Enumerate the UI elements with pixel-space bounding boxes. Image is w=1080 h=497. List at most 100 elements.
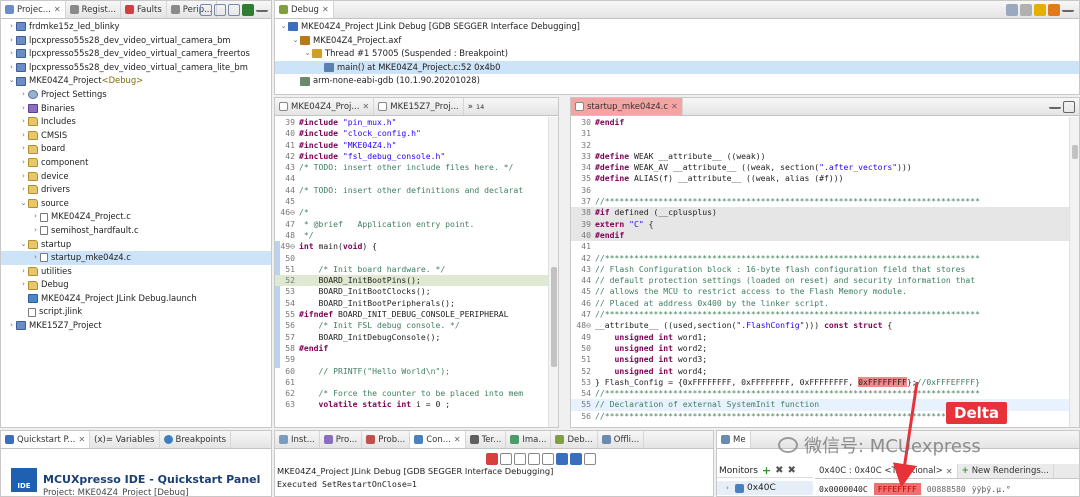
code-line[interactable]: 53} Flash_Config = {0xFFFFFFFF, 0xFFFFFF… — [571, 376, 1079, 388]
display-console-icon[interactable] — [570, 453, 582, 465]
code-line[interactable]: 60 // PRINTF("Hello World\n"); — [275, 366, 558, 377]
code-line[interactable]: 34 #define WEAK_AV __attribute__ ((weak, … — [571, 162, 1079, 173]
remove-all-icon[interactable] — [1020, 4, 1032, 16]
code-line[interactable]: 39 extern "C" { — [571, 218, 1079, 230]
code-line[interactable]: 30 #endif — [571, 117, 1079, 128]
expand-arrow-icon[interactable]: › — [19, 102, 28, 116]
scrollbar-right[interactable] — [1069, 117, 1079, 427]
code-line[interactable]: 45 — [275, 196, 558, 207]
expand-arrow-icon[interactable]: ⌄ — [7, 74, 16, 88]
console-output[interactable]: Executed SetRestartOnClose=1 — [277, 479, 417, 489]
debug-tree-item[interactable]: ⌄ MKE04Z4_Project JLink Debug [GDB SEGGER… — [275, 20, 1079, 34]
code-line[interactable]: 39 #include "pin_mux.h" — [275, 117, 558, 128]
code-line[interactable]: 46⊖ /* — [275, 207, 558, 218]
code-line[interactable]: 53 BOARD_InitBootClocks(); — [275, 286, 558, 297]
tree-item[interactable]: › frdmke15z_led_blinky — [1, 20, 271, 34]
tree-item[interactable]: ⌄ startup — [1, 238, 271, 252]
code-line[interactable]: 47 * @brief Application entry point. — [275, 219, 558, 230]
expand-arrow-icon[interactable]: ⌄ — [279, 20, 288, 34]
code-line[interactable]: 40 #include "clock_config.h" — [275, 128, 558, 139]
tree-item[interactable]: › lpcxpresso55s28_dev_video_virtual_camer… — [1, 34, 271, 48]
code-line[interactable]: 37 //************************************… — [571, 196, 1079, 207]
remove-all-monitors-icon[interactable]: ✖ — [788, 465, 796, 476]
close-icon[interactable]: ✕ — [54, 5, 61, 14]
tab-memory[interactable]: Me — [717, 431, 751, 448]
code-line[interactable]: 63 volatile static int i = 0 ; — [275, 399, 558, 410]
expand-arrow-icon[interactable]: › — [7, 34, 16, 48]
link-editor-icon[interactable] — [214, 4, 226, 16]
expand-arrow-icon[interactable]: › — [19, 142, 28, 156]
tree-item[interactable]: › Debug — [1, 278, 271, 292]
tab-console-3[interactable]: Con... ✕ — [410, 431, 466, 448]
code-editor-left[interactable]: 39 #include "pin_mux.h" 40 #include "clock_… — [275, 117, 558, 427]
tab-console-2[interactable]: Prob... — [362, 431, 411, 448]
code-line[interactable]: 41 — [571, 241, 1079, 252]
code-line[interactable]: 48 */ — [275, 230, 558, 241]
code-line[interactable]: 48⊖ __attribute__ ((used,section(".FlashC… — [571, 320, 1079, 331]
scroll-lock-icon[interactable] — [542, 453, 554, 465]
remove-all-icon[interactable] — [514, 453, 526, 465]
scrollbar-thumb[interactable] — [1072, 145, 1078, 159]
code-line[interactable]: 58 #endif — [275, 343, 558, 354]
tab-mke04z4-project-c[interactable]: MKE04Z4_Proj... ✕ — [275, 98, 375, 115]
expand-arrow-icon[interactable]: › — [19, 170, 28, 184]
close-icon[interactable]: ✕ — [78, 435, 85, 444]
debug-tree-item[interactable]: ⌄ Thread #1 57005 (Suspended : Breakpoint… — [275, 47, 1079, 61]
code-line[interactable]: 43 // Flash Configuration block : 16-byte… — [571, 264, 1079, 275]
minimize-icon[interactable] — [256, 4, 268, 12]
resume-icon[interactable] — [1034, 4, 1046, 16]
code-line[interactable]: 44 /* TODO: insert other definitions and … — [275, 185, 558, 196]
code-line[interactable]: 33 #define WEAK __attribute__ ((weak)) — [571, 151, 1079, 162]
code-line[interactable]: 51 unsigned int word3; — [571, 354, 1079, 365]
expand-arrow-icon[interactable]: ⌄ — [303, 47, 312, 61]
tree-item[interactable]: › drivers — [1, 183, 271, 197]
code-line[interactable]: 55 #ifndef BOARD_INIT_DEBUG_CONSOLE_PERIP… — [275, 309, 558, 320]
remove-launch-icon[interactable] — [1006, 4, 1018, 16]
tab-project-explorer[interactable]: Projec... ✕ — [1, 1, 66, 18]
code-line[interactable]: 61 — [275, 377, 558, 388]
code-line[interactable]: 44 // default protection settings (loaded… — [571, 275, 1079, 286]
tab-console-0[interactable]: Inst... — [275, 431, 320, 448]
code-line[interactable]: 52 unsigned int word4; — [571, 366, 1079, 377]
expand-arrow-icon[interactable]: ⌄ — [291, 34, 300, 48]
tree-item[interactable]: › CMSIS — [1, 129, 271, 143]
tab-console-7[interactable]: Offli... — [598, 431, 645, 448]
tree-item[interactable]: › semihost_hardfault.c — [1, 224, 271, 238]
expand-arrow-icon[interactable]: › — [19, 156, 28, 170]
code-line[interactable]: 44 — [275, 173, 558, 184]
add-monitor-icon[interactable]: + — [762, 464, 771, 477]
expand-arrow-icon[interactable]: ⌄ — [19, 197, 28, 211]
code-line[interactable]: 50 — [275, 253, 558, 264]
debug-tree-item[interactable]: ⌄ MKE04Z4_Project.axf — [275, 34, 1079, 48]
code-line[interactable]: 47 //************************************… — [571, 309, 1079, 320]
tab-console-5[interactable]: Ima... — [506, 431, 552, 448]
tree-item[interactable]: › lpcxpresso55s28_dev_video_virtual_camer… — [1, 47, 271, 61]
tree-item[interactable]: › MKE04Z4_Project.c — [1, 210, 271, 224]
expand-arrow-icon[interactable]: › — [7, 61, 16, 75]
debug-tree-item[interactable]: main() at MKE04Z4_Project.c:52 0x4b0 — [275, 60, 1079, 75]
code-line[interactable]: 52 BOARD_InitBootPins(); — [275, 275, 558, 287]
new-console-icon[interactable] — [584, 453, 596, 465]
tab-console-6[interactable]: Deb... — [551, 431, 598, 448]
expand-arrow-icon[interactable]: › — [7, 20, 16, 34]
code-line[interactable]: 31 — [571, 128, 1079, 139]
view-menu-icon[interactable] — [242, 4, 254, 16]
close-icon[interactable]: ✕ — [363, 102, 370, 111]
code-line[interactable]: 56 /* Init FSL debug console. */ — [275, 320, 558, 331]
code-line[interactable]: 54 BOARD_InitBootPeripherals(); — [275, 298, 558, 309]
code-line[interactable]: 36 — [571, 185, 1079, 196]
step-icon[interactable] — [1048, 4, 1060, 16]
code-line[interactable]: 59 — [275, 354, 558, 365]
code-line[interactable]: 49⊖ int main(void) { — [275, 241, 558, 252]
tab-quickstart[interactable]: Quickstart P... ✕ — [1, 431, 91, 448]
code-line[interactable]: 51 /* Init board hardware. */ — [275, 264, 558, 275]
expand-arrow-icon[interactable]: › — [7, 47, 16, 61]
tree-item[interactable]: › Project Settings — [1, 88, 271, 102]
tree-item[interactable]: › MKE15Z7_Project — [1, 319, 271, 333]
expand-arrow-icon[interactable]: › — [19, 265, 28, 279]
tree-item[interactable]: ⌄ MKE04Z4_Project <Debug> — [1, 74, 271, 88]
maximize-icon[interactable] — [1063, 101, 1075, 113]
tab-console-4[interactable]: Ter... — [466, 431, 507, 448]
debug-tree-item[interactable]: arm-none-eabi-gdb (10.1.90.20201028) — [275, 74, 1079, 88]
collapse-all-icon[interactable] — [200, 4, 212, 16]
